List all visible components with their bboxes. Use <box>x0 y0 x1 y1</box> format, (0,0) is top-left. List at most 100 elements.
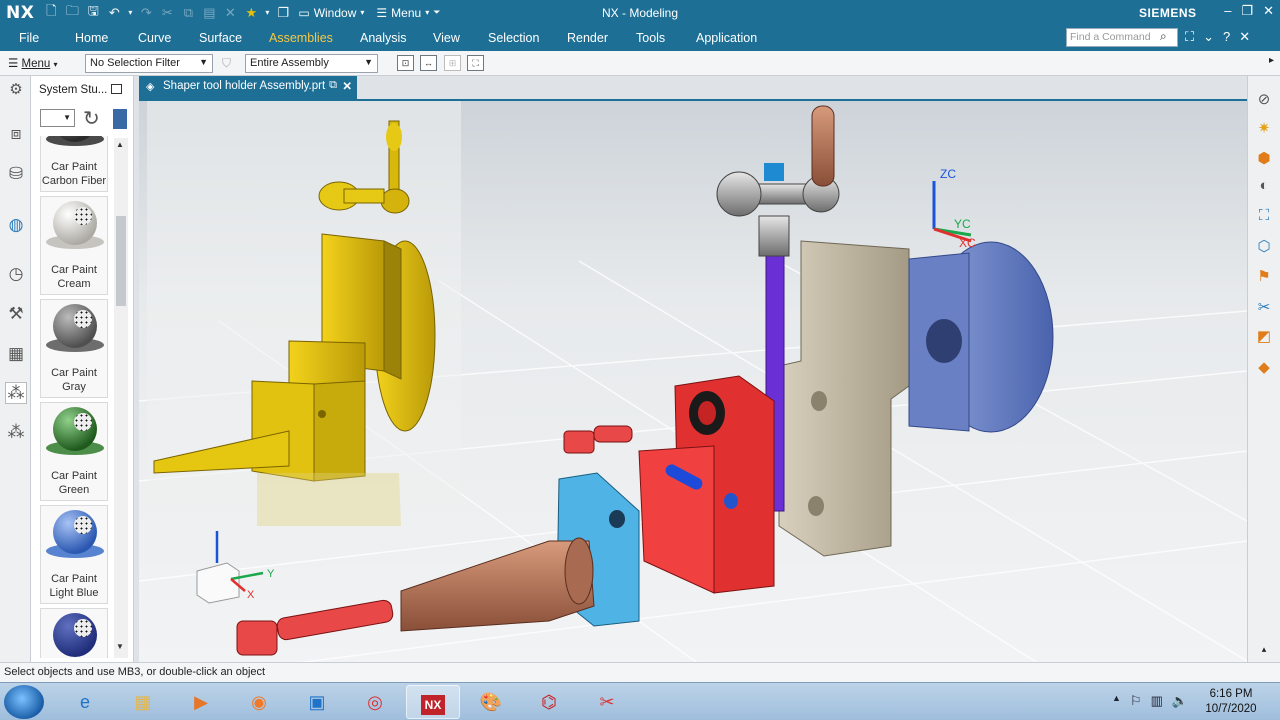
shaded-view-icon[interactable]: ◐ <box>1253 177 1275 199</box>
snipping-tool-icon[interactable]: ✂ <box>580 685 634 719</box>
history-clock-icon[interactable]: ◷ <box>5 264 27 286</box>
orient-view-icon[interactable]: ⬢ <box>1253 149 1275 171</box>
file-tab[interactable]: ◈ Shaper tool holder Assembly.prt ⧉ ✕ <box>139 76 357 99</box>
ribbon-close-icon[interactable]: ✕ <box>1239 29 1250 45</box>
assembled-holder-gold[interactable] <box>147 101 461 526</box>
panel-maximize-icon[interactable] <box>111 84 122 94</box>
clapper-block[interactable] <box>638 375 775 594</box>
hide-show-icon[interactable]: ⊘ <box>1253 90 1275 112</box>
tab-selection[interactable]: Selection <box>488 31 539 45</box>
fit-view-icon[interactable]: ⛶ <box>1253 207 1275 229</box>
selection-filter-select[interactable]: No Selection Filter ▼ <box>85 54 213 73</box>
new-file-icon[interactable]: 🗋 <box>42 2 60 24</box>
part-navigator-icon[interactable]: ⛁ <box>5 164 27 186</box>
open-folder-icon[interactable]: 🗀 <box>63 2 81 24</box>
fullscreen-icon[interactable]: ⛶ <box>1185 29 1194 45</box>
web-browser-icon[interactable]: ◍ <box>5 215 27 237</box>
swivel-disk[interactable] <box>908 241 1054 433</box>
material-item[interactable]: Car Paint Gray <box>40 299 108 398</box>
small-bolt[interactable] <box>563 425 633 454</box>
settings-gear-icon[interactable]: ⚙ <box>5 80 27 102</box>
roles-icon[interactable]: ▦ <box>5 344 27 366</box>
help-icon[interactable]: ? <box>1223 29 1230 45</box>
undo-icon[interactable]: ↶ <box>105 5 123 21</box>
selection-scope-select[interactable]: Entire Assembly ▼ <box>245 54 378 73</box>
tab-file[interactable]: File <box>19 31 39 45</box>
select-component-icon[interactable]: ⊡ <box>397 55 414 71</box>
file-explorer-icon[interactable]: ▦ <box>116 685 170 719</box>
window-menu[interactable]: ▭ Window ▾ ☰ Menu ▾ ⏷ <box>298 6 440 20</box>
panel-view-select[interactable]: ▼ <box>40 109 75 127</box>
acrobat-icon[interactable]: ⌬ <box>522 685 576 719</box>
scroll-up-icon[interactable]: ▲ <box>116 140 124 149</box>
select-box-icon[interactable]: ⛶ <box>467 55 484 71</box>
layer-settings-icon[interactable]: ⚑ <box>1253 267 1275 289</box>
clip-section-icon[interactable]: ✂ <box>1253 298 1275 320</box>
volume-icon[interactable]: 🔈 <box>1172 693 1188 709</box>
selbar-overflow-icon[interactable]: ▸ <box>1269 55 1274 66</box>
internet-explorer-icon[interactable]: e <box>58 685 112 719</box>
minimize-icon[interactable]: – <box>1224 3 1231 19</box>
tab-analysis[interactable]: Analysis <box>360 31 407 45</box>
customize-icon[interactable]: ⏷ <box>433 7 440 18</box>
search-icon[interactable]: ⌕ <box>1160 29 1167 44</box>
refresh-icon[interactable]: ↻ <box>83 106 100 131</box>
wireframe-cube-icon[interactable]: ⬡ <box>1253 237 1275 259</box>
filter-funnel-icon[interactable]: ⛉ <box>222 56 231 71</box>
tool-holder-body[interactable] <box>778 240 910 557</box>
tool-shank[interactable] <box>400 537 595 632</box>
tab-render[interactable]: Render <box>567 31 608 45</box>
redo-icon[interactable]: ↷ <box>137 5 155 21</box>
tab-view[interactable]: View <box>433 31 460 45</box>
tab-application[interactable]: Application <box>696 31 757 45</box>
paint-icon[interactable]: 🎨 <box>464 685 518 719</box>
delete-icon[interactable]: ✕ <box>221 5 239 21</box>
tab-assemblies[interactable]: Assemblies <box>269 31 333 45</box>
select-range-icon[interactable]: ↔ <box>420 55 437 71</box>
material-item[interactable]: Car Paint Carbon Fiber <box>40 136 108 192</box>
start-button[interactable] <box>4 685 44 719</box>
assembly-navigator-icon[interactable]: ⧈ <box>5 124 27 146</box>
tab-surface[interactable]: Surface <box>199 31 242 45</box>
panel-list-view-icon[interactable] <box>113 109 127 129</box>
network-icon[interactable]: ▥ <box>1151 693 1163 709</box>
recorder-app-icon[interactable]: ◉ <box>232 685 286 719</box>
tray-expand-icon[interactable]: ▲ <box>1112 693 1121 709</box>
scroll-down-icon[interactable]: ▼ <box>116 642 124 651</box>
reuse-library-icon[interactable]: ⚒ <box>5 304 27 326</box>
save-icon[interactable]: 🖫 <box>84 2 102 24</box>
graphics-window[interactable]: ZC YC XC Y X <box>139 99 1247 662</box>
close-tab-icon[interactable]: ✕ <box>342 79 352 93</box>
action-center-icon[interactable]: ⚐ <box>1130 693 1142 709</box>
close-icon[interactable]: ✕ <box>1263 3 1274 19</box>
nx-app-button[interactable]: NX <box>406 685 460 719</box>
media-player-icon[interactable]: ▶ <box>174 685 228 719</box>
clock[interactable]: 6:16 PM 10/7/2020 <box>1196 687 1266 717</box>
t-handle[interactable] <box>716 105 840 217</box>
highlight-star-icon[interactable]: ✷ <box>1253 119 1275 141</box>
render-cube-icon[interactable]: ◆ <box>1253 358 1275 380</box>
favorites-dropdown-icon[interactable]: ▾ <box>263 8 271 17</box>
restore-icon[interactable]: ❐ <box>1241 3 1253 19</box>
chrome-icon[interactable]: ◎ <box>348 685 402 719</box>
section-cube-icon[interactable]: ◩ <box>1253 327 1275 349</box>
material-item[interactable]: Car Paint Light Blue <box>40 505 108 604</box>
system-scenes-icon[interactable]: ⁂ <box>5 422 27 444</box>
paste-icon[interactable]: ▤ <box>200 5 218 21</box>
cut-icon[interactable]: ✂ <box>158 5 176 21</box>
material-item[interactable] <box>40 608 108 658</box>
window-app-icon[interactable]: ▣ <box>290 685 344 719</box>
tab-home[interactable]: Home <box>75 31 108 45</box>
material-item[interactable]: Car Paint Cream <box>40 196 108 295</box>
panel-scrollbar[interactable]: ▲ ▼ <box>114 138 128 658</box>
switch-window-icon[interactable]: ❐ <box>274 5 292 21</box>
tab-curve[interactable]: Curve <box>138 31 171 45</box>
select-grid-icon[interactable]: ⊞ <box>444 55 461 71</box>
undo-dropdown-icon[interactable]: ▾ <box>126 8 134 17</box>
system-materials-icon[interactable]: ⁂ <box>5 382 27 404</box>
collapse-ribbon-icon[interactable]: ⌄ <box>1203 29 1214 45</box>
tab-tools[interactable]: Tools <box>636 31 665 45</box>
favorites-star-icon[interactable]: ★ <box>242 5 260 21</box>
menu-label[interactable]: Menu <box>391 6 421 20</box>
scroll-thumb[interactable] <box>116 216 126 306</box>
